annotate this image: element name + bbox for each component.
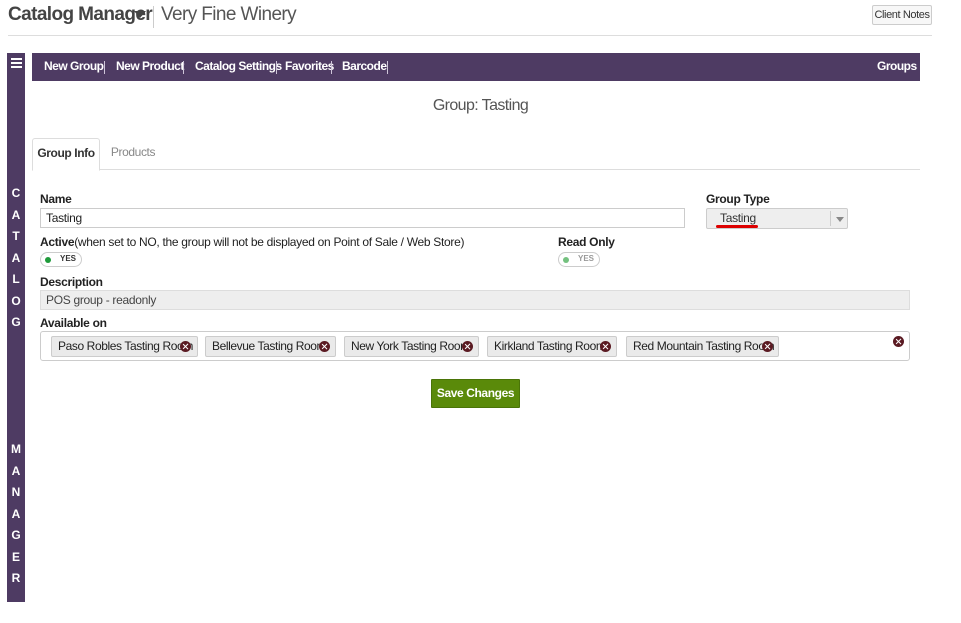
- nav-separator: [387, 61, 388, 74]
- chevron-down-icon[interactable]: [134, 11, 146, 18]
- location-chip-label: New York Tasting Room: [351, 339, 470, 353]
- description-field[interactable]: POS group - readonly: [40, 290, 910, 310]
- read-only-toggle-label: YES: [578, 254, 595, 263]
- read-only-label: Read Only: [558, 235, 615, 249]
- save-changes-button[interactable]: Save Changes: [431, 379, 520, 408]
- location-chip: Bellevue Tasting Room: [205, 336, 336, 357]
- nav-separator: [331, 61, 332, 74]
- select-divider: [830, 211, 831, 226]
- description-label: Description: [40, 275, 103, 289]
- group-type-select[interactable]: Tasting: [706, 208, 848, 229]
- location-chip: Paso Robles Tasting Room: [51, 336, 198, 357]
- sidebar-label-catalog: CATALOG: [11, 186, 21, 329]
- nav-catalog-settings[interactable]: Catalog Settings: [195, 53, 282, 81]
- nav-barcode[interactable]: Barcode: [342, 53, 387, 81]
- active-toggle-label: YES: [60, 254, 77, 263]
- read-only-toggle[interactable]: YES: [558, 252, 600, 267]
- group-type-label: Group Type: [706, 192, 770, 206]
- nav-favorites[interactable]: Favorites: [285, 53, 334, 81]
- header-divider-line: [8, 35, 932, 36]
- remove-chip-icon[interactable]: [319, 341, 330, 352]
- available-on-multiselect[interactable]: Paso Robles Tasting Room Bellevue Tastin…: [40, 331, 910, 361]
- tabs-baseline: [32, 169, 920, 170]
- company-name: Very Fine Winery: [161, 4, 297, 25]
- remove-chip-icon[interactable]: [180, 341, 191, 352]
- remove-chip-icon[interactable]: [600, 341, 611, 352]
- nav-new-product[interactable]: New Product: [116, 53, 184, 81]
- top-header: Catalog Manager Very Fine Winery Client …: [0, 0, 961, 36]
- hamburger-menu-icon[interactable]: [11, 58, 22, 68]
- navbar: New Group New Product Catalog Settings F…: [32, 53, 920, 81]
- toggle-on-indicator: [45, 257, 51, 263]
- nav-separator: [104, 61, 105, 74]
- available-on-label: Available on: [40, 316, 107, 330]
- clear-all-icon[interactable]: [893, 336, 904, 347]
- active-note: (when set to NO, the group will not be d…: [74, 235, 465, 249]
- nav-separator: [183, 61, 184, 74]
- nav-groups[interactable]: Groups: [877, 53, 917, 81]
- chevron-down-icon[interactable]: [836, 217, 844, 222]
- tab-products[interactable]: Products: [102, 138, 164, 169]
- sidebar-label-manager: MANAGER: [11, 442, 21, 585]
- active-label-text: Active: [40, 235, 75, 249]
- name-label: Name: [40, 192, 72, 206]
- location-chip-label: Kirkland Tasting Room: [494, 339, 606, 353]
- location-chip: Red Mountain Tasting Room: [626, 336, 779, 357]
- client-notes-button[interactable]: Client Notes: [872, 5, 932, 25]
- group-type-value: Tasting: [720, 211, 756, 225]
- tab-group-info[interactable]: Group Info: [32, 138, 100, 171]
- active-toggle[interactable]: YES: [40, 252, 82, 267]
- nav-separator: [276, 61, 277, 74]
- active-label: Active(when set to NO, the group will no…: [40, 235, 464, 249]
- sidebar: CATALOG MANAGER: [7, 53, 25, 602]
- location-chip-label: Paso Robles Tasting Room: [58, 339, 193, 353]
- header-divider: [153, 6, 154, 28]
- location-chip-label: Red Mountain Tasting Room: [633, 339, 775, 353]
- location-chip: New York Tasting Room: [344, 336, 479, 357]
- page-title: Group: Tasting: [432, 97, 529, 114]
- app-title[interactable]: Catalog Manager: [8, 4, 153, 26]
- location-chip-label: Bellevue Tasting Room: [212, 339, 327, 353]
- highlight-underline: [716, 225, 758, 228]
- location-chip: Kirkland Tasting Room: [487, 336, 617, 357]
- toggle-on-indicator: [563, 257, 569, 263]
- remove-chip-icon[interactable]: [762, 341, 773, 352]
- remove-chip-icon[interactable]: [462, 341, 473, 352]
- nav-new-group[interactable]: New Group: [44, 53, 104, 81]
- name-input[interactable]: Tasting: [40, 208, 685, 228]
